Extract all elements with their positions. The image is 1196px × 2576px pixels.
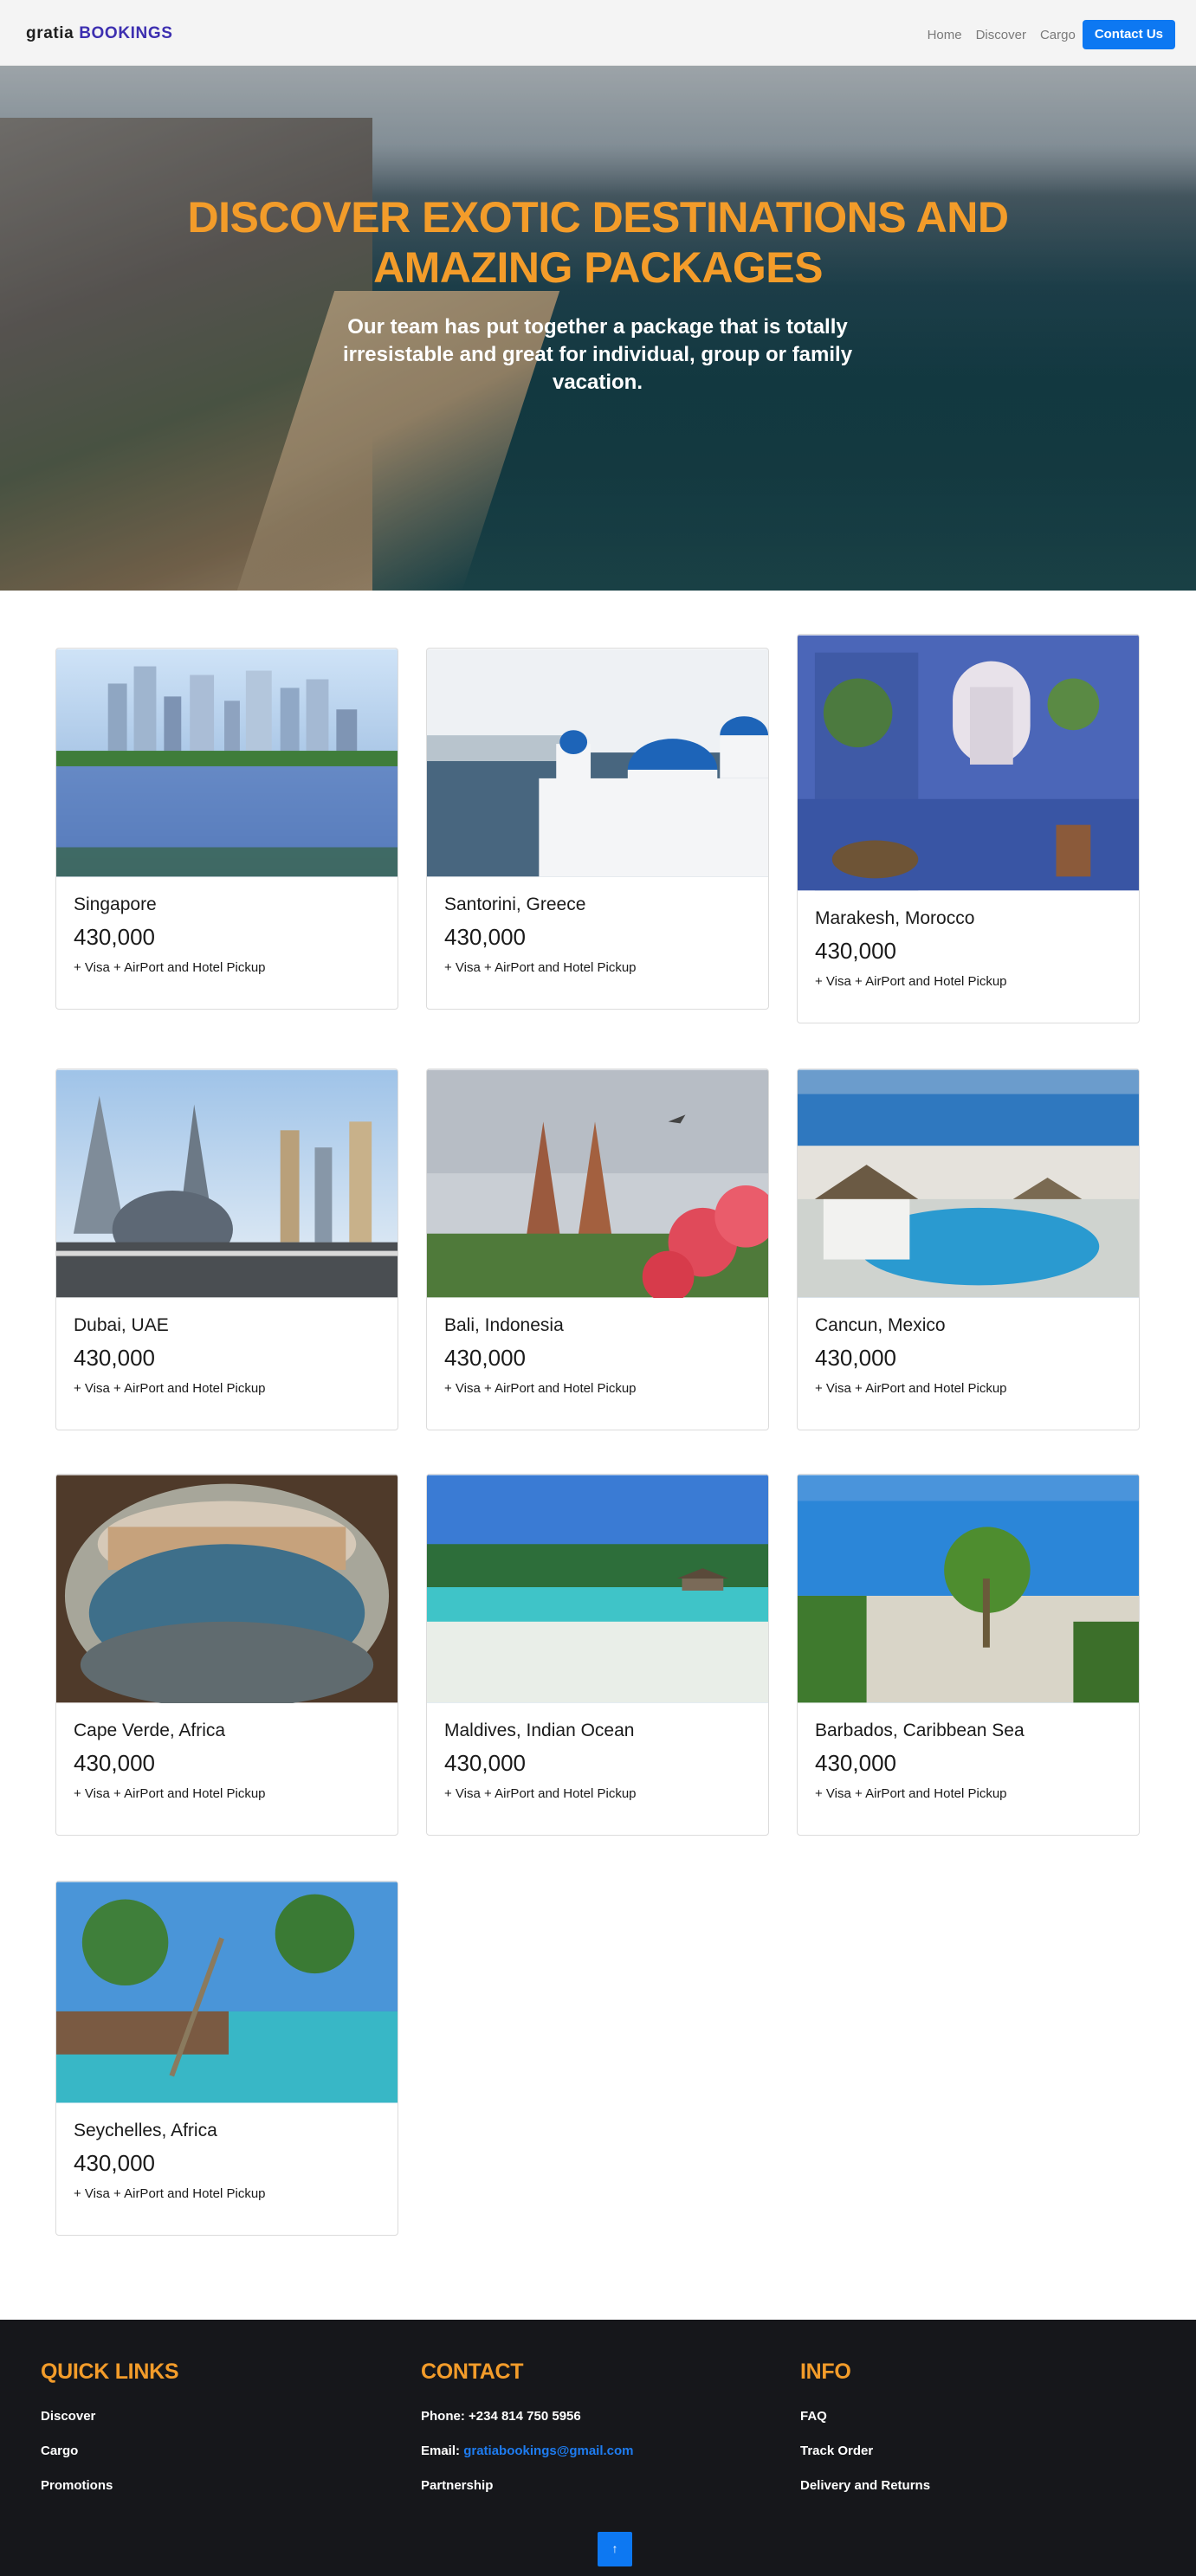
nav-link-home[interactable]: Home [921,28,969,42]
package-includes: + Visa + AirPort and Hotel Pickup [815,1381,1007,1396]
package-price: 430,000 [815,1345,896,1371]
package-price: 430,000 [815,1750,896,1776]
seychelles-photo [56,1882,398,2103]
package-card[interactable]: Singapore 430,000 + Visa + AirPort and H… [55,648,398,1010]
hero-subtitle: Our team has put together a package that… [342,315,853,394]
footer-link-partnership[interactable]: Partnership [421,2477,767,2495]
hero-section: DISCOVER EXOTIC DESTINATIONS AND AMAZING… [0,66,1196,591]
maldives-photo [427,1475,768,1703]
back-to-top-button[interactable]: ↑ [598,2532,632,2566]
footer-link-delivery-returns[interactable]: Delivery and Returns [800,2477,1147,2495]
package-includes: + Visa + AirPort and Hotel Pickup [815,1786,1007,1801]
package-destination: Dubai, UAE [74,1315,169,1335]
footer-link-faq[interactable]: FAQ [800,2408,1147,2425]
package-card[interactable]: Maldives, Indian Ocean 430,000 + Visa + … [426,1474,769,1836]
brand-name-part2: BOOKINGS [79,24,173,42]
footer-contact: CONTACT Phone: +234 814 750 5956 Email: … [421,2358,767,2495]
hero-title: DISCOVER EXOTIC DESTINATIONS AND AMAZING… [187,193,1009,292]
footer-link-discover[interactable]: Discover [41,2408,387,2425]
package-includes: + Visa + AirPort and Hotel Pickup [74,1786,266,1801]
package-destination: Santorini, Greece [444,894,586,914]
footer-phone-label: Phone: [421,2409,465,2424]
package-includes: + Visa + AirPort and Hotel Pickup [444,1786,637,1801]
package-card[interactable]: Santorini, Greece 430,000 + Visa + AirPo… [426,648,769,1010]
footer-phone-number[interactable]: +234 814 750 5956 [469,2409,581,2424]
package-card[interactable]: Cape Verde, Africa 430,000 + Visa + AirP… [55,1474,398,1836]
footer-info: INFO FAQ Track Order Delivery and Return… [800,2358,1147,2495]
package-destination: Bali, Indonesia [444,1315,564,1335]
footer-heading-contact: CONTACT [421,2360,524,2384]
navbar: gratia BOOKINGS Home Discover Cargo Cont… [0,0,1196,66]
footer-phone: Phone: +234 814 750 5956 [421,2408,767,2425]
brand-logo[interactable]: gratia BOOKINGS [26,24,173,43]
bali-photo [427,1069,768,1298]
singapore-photo [56,649,398,877]
contact-us-button[interactable]: Contact Us [1082,20,1175,49]
package-destination: Marakesh, Morocco [815,908,975,928]
package-destination: Barbados, Caribbean Sea [815,1721,1025,1740]
package-price: 430,000 [74,924,155,950]
footer-email-link[interactable]: gratiabookings@gmail.com [463,2444,633,2458]
dubai-photo [56,1069,398,1298]
package-card[interactable]: Dubai, UAE 430,000 + Visa + AirPort and … [55,1068,398,1430]
footer-email: Email: gratiabookings@gmail.com [421,2443,767,2460]
package-destination: Maldives, Indian Ocean [444,1721,635,1740]
package-price: 430,000 [74,1750,155,1776]
package-price: 430,000 [74,1345,155,1371]
package-card[interactable]: Bali, Indonesia 430,000 + Visa + AirPort… [426,1068,769,1430]
package-price: 430,000 [74,2150,155,2176]
package-destination: Singapore [74,894,157,914]
package-price: 430,000 [444,1345,526,1371]
footer-heading-quick-links: QUICK LINKS [41,2360,179,2384]
footer-link-cargo[interactable]: Cargo [41,2443,387,2460]
barbados-photo [798,1475,1139,1703]
package-price: 430,000 [815,938,896,964]
package-card[interactable]: Cancun, Mexico 430,000 + Visa + AirPort … [797,1068,1140,1430]
package-card[interactable]: Barbados, Caribbean Sea 430,000 + Visa +… [797,1474,1140,1836]
footer-link-promotions[interactable]: Promotions [41,2477,387,2495]
footer-quick-links: QUICK LINKS Discover Cargo Promotions [41,2358,387,2495]
package-card[interactable]: Marakesh, Morocco 430,000 + Visa + AirPo… [797,634,1140,1023]
package-includes: + Visa + AirPort and Hotel Pickup [815,974,1007,989]
package-price: 430,000 [444,1750,526,1776]
footer-link-track-order[interactable]: Track Order [800,2443,1147,2460]
package-destination: Cape Verde, Africa [74,1721,226,1740]
brand-name-part1: gratia [26,24,74,42]
package-destination: Cancun, Mexico [815,1315,946,1335]
cancun-photo [798,1069,1139,1298]
marakesh-photo [798,635,1139,891]
nav-link-discover[interactable]: Discover [969,28,1033,42]
package-includes: + Visa + AirPort and Hotel Pickup [74,1381,266,1396]
santorini-photo [427,649,768,877]
footer-email-label: Email: [421,2444,461,2458]
nav-links: Home Discover Cargo Contact Us [921,20,1175,49]
package-includes: + Visa + AirPort and Hotel Pickup [74,960,266,975]
footer-heading-info: INFO [800,2360,851,2384]
package-destination: Seychelles, Africa [74,2121,217,2140]
nav-link-cargo[interactable]: Cargo [1033,28,1083,42]
package-price: 430,000 [444,924,526,950]
package-includes: + Visa + AirPort and Hotel Pickup [444,960,637,975]
cape-verde-photo [56,1475,398,1703]
package-card[interactable]: Seychelles, Africa 430,000 + Visa + AirP… [55,1881,398,2236]
package-includes: + Visa + AirPort and Hotel Pickup [74,2186,266,2201]
package-includes: + Visa + AirPort and Hotel Pickup [444,1381,637,1396]
arrow-up-icon: ↑ [611,2541,618,2555]
